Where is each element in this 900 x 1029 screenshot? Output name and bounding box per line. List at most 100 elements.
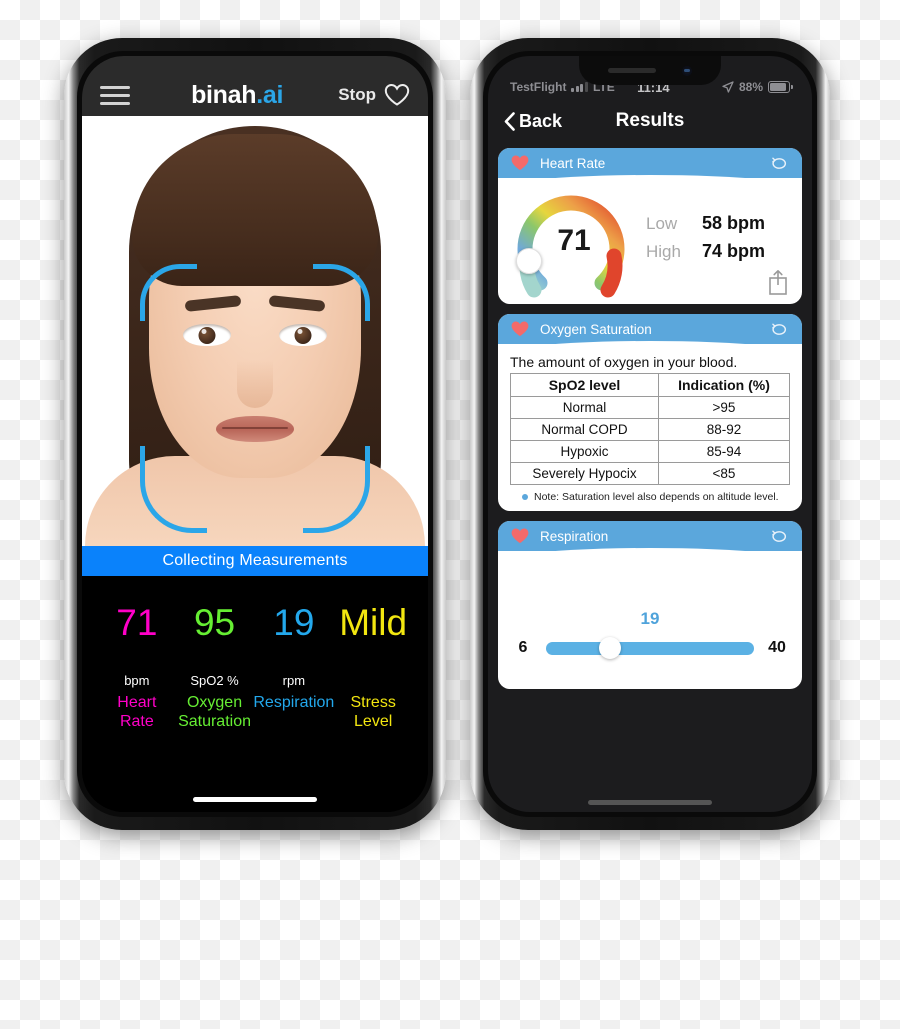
nose	[237, 360, 273, 408]
column-header: Indication (%)	[657, 373, 791, 397]
column-header: SpO2 level	[510, 373, 659, 397]
status-banner: Collecting Measurements	[82, 546, 428, 576]
binah-results-screen: TestFlight LTE 11:14 88% Back Results He…	[488, 56, 812, 812]
gauge-knob[interactable]	[516, 248, 542, 274]
phone-right: TestFlight LTE 11:14 88% Back Results He…	[470, 38, 830, 830]
card-oxygen-saturation[interactable]: Oxygen Saturation The amount of oxygen i…	[498, 314, 802, 511]
metric-name: Heart Rate	[98, 694, 176, 732]
heart-rate-body: 71 Low 58 bpm High 74 bpm	[498, 178, 802, 304]
cell-level: Severely Hypocix	[510, 462, 659, 485]
slider-max-label: 40	[768, 639, 786, 656]
card-title: Respiration	[540, 528, 609, 544]
slider-min-label: 6	[518, 639, 528, 656]
binah-measure-screen: binah.ai Stop Collecting Measurements 71…	[82, 56, 428, 812]
table-row: Severely Hypocix <85	[510, 462, 791, 485]
refresh-loop-icon[interactable]	[771, 528, 790, 545]
metric-stress-level: Mild Stress Level	[334, 603, 412, 812]
metric-oxygen-saturation: 95 SpO2 % Oxygen Saturation	[176, 602, 254, 812]
metric-name: Oxygen Saturation	[176, 694, 254, 732]
heart-rate-gauge: 71	[512, 182, 630, 300]
card-title: Oxygen Saturation	[540, 321, 652, 337]
spo2-note: Note: Saturation level also depends on a…	[510, 491, 790, 503]
nav-bar: Back Results	[488, 100, 812, 142]
bullet-icon	[522, 494, 528, 500]
metric-unit	[334, 673, 412, 689]
metric-value: 71	[116, 602, 158, 643]
metric-name: Stress Level	[334, 694, 412, 732]
card-header: Heart Rate	[498, 148, 802, 178]
cell-indication: 85-94	[657, 440, 791, 463]
hamburger-menu-icon[interactable]	[100, 85, 130, 105]
stat-row-low: Low 58 bpm	[646, 213, 765, 234]
card-heart-rate[interactable]: Heart Rate 71 Low 58 bpm High 74 bpm	[498, 148, 802, 304]
chevron-left-icon	[504, 111, 515, 131]
status-bar-right: 88%	[722, 80, 793, 94]
metric-name-line1: Stress	[350, 693, 396, 711]
metric-unit: rpm	[282, 672, 306, 688]
phone-right-bezel: TestFlight LTE 11:14 88% Back Results He…	[483, 51, 817, 817]
table-row: Normal >95	[510, 396, 791, 419]
heart-rate-stats: Low 58 bpm High 74 bpm	[646, 213, 765, 269]
stop-button[interactable]: Stop	[338, 85, 376, 105]
cell-indication: >95	[657, 396, 791, 419]
app-bar-actions: Stop	[338, 83, 410, 107]
back-button[interactable]: Back	[504, 111, 562, 132]
stat-label: High	[646, 242, 681, 261]
description: The amount of oxygen in your blood.	[510, 354, 738, 370]
battery-icon	[768, 81, 793, 93]
card-title: Heart Rate	[540, 155, 606, 171]
front-camera-icon	[682, 65, 692, 76]
oxygen-saturation-body: The amount of oxygen in your blood. SpO2…	[498, 344, 802, 511]
metric-unit: bpm	[124, 672, 150, 688]
brand-name: binah	[191, 80, 257, 109]
respiration-body: 19 6 40	[498, 551, 802, 689]
stat-value: 74 bpm	[702, 241, 766, 261]
phone-left: binah.ai Stop Collecting Measurements 71…	[64, 38, 446, 830]
app-bar: binah.ai Stop	[82, 56, 428, 116]
heart-filled-icon	[511, 155, 529, 171]
speaker-grille-icon	[608, 68, 656, 73]
slider-thumb[interactable]	[599, 637, 622, 659]
eye-left	[183, 324, 231, 346]
note-text: Note: Saturation level also depends on a…	[534, 491, 779, 503]
metric-heart-rate: 71 bpm Heart Rate	[98, 602, 176, 812]
table-row: Hypoxic 85-94	[510, 440, 791, 463]
table-row: Normal COPD 88-92	[510, 418, 791, 441]
heart-filled-icon	[511, 321, 529, 337]
cellular-bars-icon	[571, 82, 588, 92]
subject-face-image	[82, 116, 428, 546]
slider-track[interactable]	[546, 637, 754, 659]
cell-level: Hypoxic	[510, 440, 659, 463]
metric-name-line2: Level	[354, 712, 393, 730]
phone-left-bezel: binah.ai Stop Collecting Measurements 71…	[77, 51, 433, 817]
metrics-row: 71 bpm Heart Rate 95 SpO2 % Oxygen Satur…	[82, 576, 428, 812]
refresh-loop-icon[interactable]	[771, 321, 790, 338]
metric-name-line1: Oxygen	[186, 693, 243, 711]
card-header: Oxygen Saturation	[498, 314, 802, 344]
heart-outline-icon[interactable]	[384, 83, 410, 107]
metric-unit: SpO2 %	[190, 672, 239, 688]
metric-value: 19	[273, 602, 315, 643]
metric-value: 95	[193, 602, 236, 643]
metric-respiration: 19 rpm Respiration	[253, 602, 334, 812]
metric-name-line1: Respiration	[253, 693, 335, 711]
card-respiration[interactable]: Respiration 19 6 40	[498, 521, 802, 689]
share-icon[interactable]	[766, 268, 790, 296]
cell-level: Normal COPD	[510, 418, 659, 441]
back-label: Back	[519, 110, 563, 131]
home-indicator[interactable]	[193, 797, 317, 802]
hair-front	[132, 134, 378, 286]
home-indicator[interactable]	[588, 800, 712, 805]
spo2-table: SpO2 level Indication (%) Normal >95 Nor…	[510, 373, 791, 485]
results-card-list: Heart Rate 71 Low 58 bpm High 74 bpm Oxy…	[488, 142, 812, 812]
gauge-value: 71	[557, 224, 591, 257]
refresh-loop-icon[interactable]	[771, 155, 790, 172]
metric-name: Respiration	[253, 694, 334, 713]
respiration-slider[interactable]: 6 40	[498, 637, 802, 659]
cell-indication: <85	[657, 462, 791, 485]
metric-name-line1: Heart	[117, 693, 157, 711]
table-header-row: SpO2 level Indication (%)	[510, 373, 791, 397]
card-header: Respiration	[498, 521, 802, 551]
app-brand-logo: binah.ai	[136, 81, 338, 110]
eye-right	[279, 324, 327, 346]
